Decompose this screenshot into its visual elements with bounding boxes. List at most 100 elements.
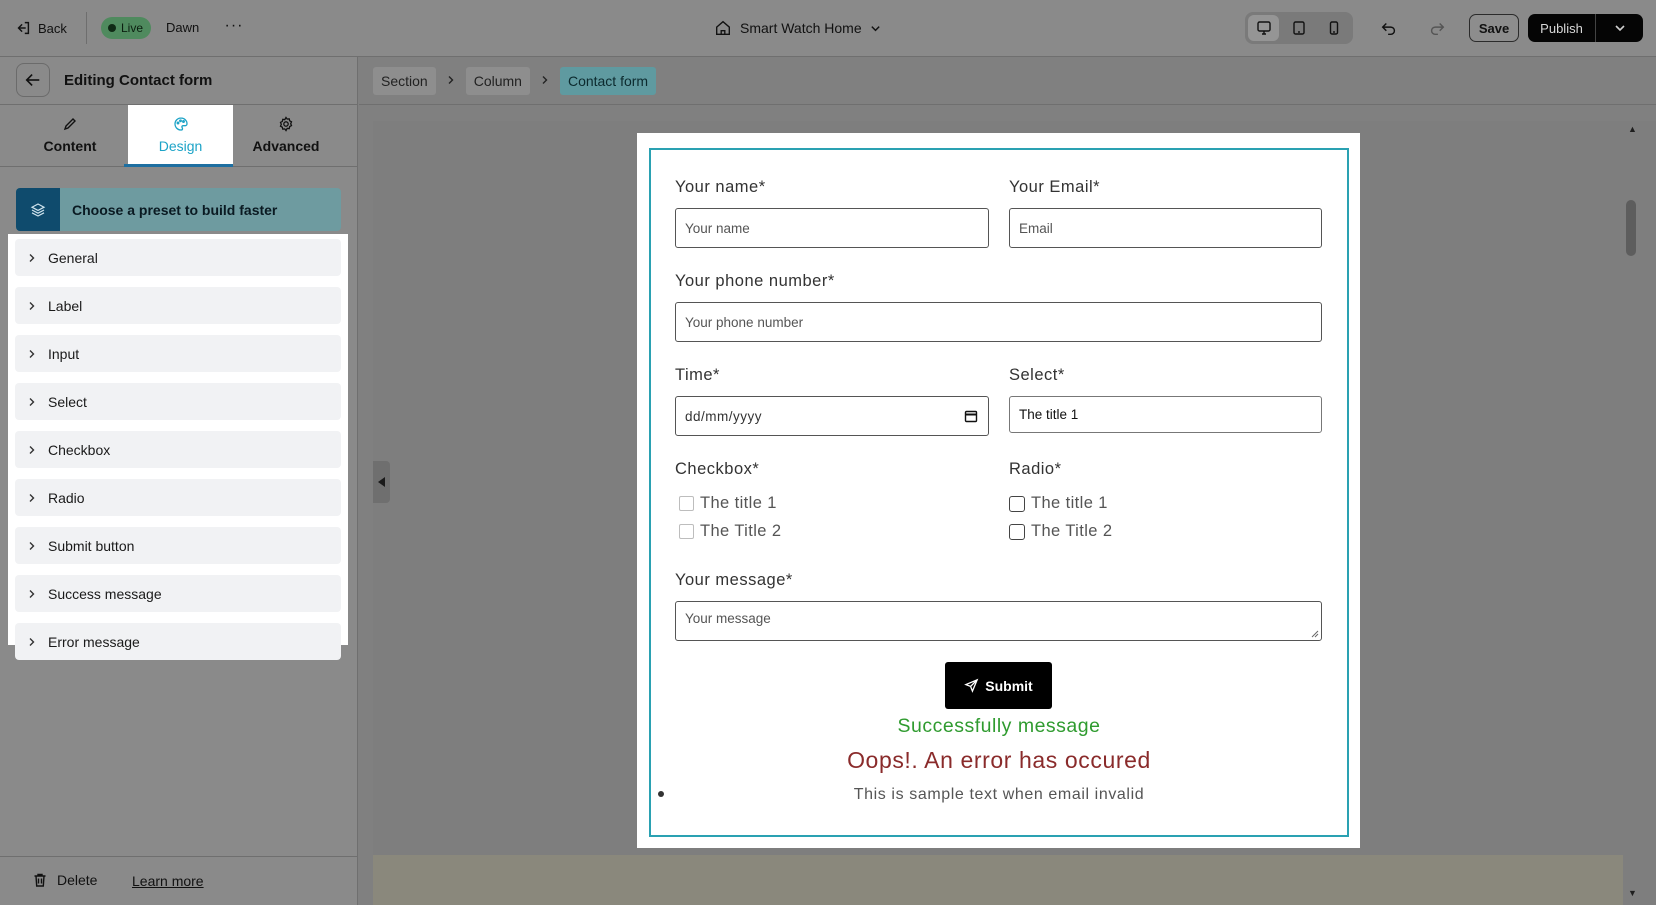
page-selector[interactable]: Smart Watch Home [714,16,881,40]
publish-button[interactable]: Publish [1528,14,1595,42]
gear-icon [279,115,293,132]
save-button[interactable]: Save [1469,14,1519,42]
section-radio[interactable]: Radio [15,479,341,516]
checkbox-option-2[interactable]: The Title 2 [679,522,781,541]
name-input[interactable]: Your name [675,208,989,248]
chevron-right-icon [29,589,35,598]
submit-button[interactable]: Submit [945,662,1052,709]
delete-label: Delete [57,872,98,888]
chevron-right-icon [29,493,35,502]
section-success-message[interactable]: Success message [15,575,341,612]
publish-button-group: Publish [1528,14,1643,42]
panel-back-button[interactable] [16,63,50,97]
section-select[interactable]: Select [15,383,341,420]
breadcrumb-contact-form[interactable]: Contact form [559,66,657,95]
section-input[interactable]: Input [15,335,341,372]
home-icon [716,20,730,35]
time-date-input[interactable]: dd/mm/yyyy [675,396,989,436]
radio-label: Radio* [1009,460,1062,478]
page-name: Smart Watch Home [740,20,862,36]
checkbox-option-label: The title 1 [700,494,777,512]
section-error-message[interactable]: Error message [15,623,341,660]
calendar-icon [964,410,978,423]
section-label: Success message [48,585,162,602]
section-general[interactable]: General [15,239,341,276]
arrow-left-icon [25,74,40,86]
publish-options-button[interactable] [1595,14,1643,42]
scroll-down-arrow-icon[interactable]: ▼ [1628,888,1637,898]
mobile-view-button[interactable] [1318,15,1349,41]
section-label: Input [48,345,80,362]
topbar-divider [86,12,87,44]
top-bar: Back Live Dawn ··· Smart Watch Home Save… [0,0,1656,57]
undo-icon [1381,22,1396,36]
chevron-right-icon [29,445,35,454]
device-switcher [1245,12,1353,44]
section-label[interactable]: Label [15,287,341,324]
section-submit-button[interactable]: Submit button [15,527,341,564]
checkbox[interactable] [679,496,694,511]
live-dot-icon [108,24,116,32]
learn-more-link[interactable]: Learn more [132,873,204,889]
chevron-right-icon [29,253,35,262]
breadcrumb: Section Column Contact form [359,57,1656,105]
live-label: Live [121,21,144,35]
tab-content[interactable]: Content [17,105,123,164]
panel-title: Editing Contact form [64,72,213,89]
collapse-panel-button[interactable] [373,461,390,503]
panel-tabs: Content Design Advanced [0,105,358,167]
back-button[interactable]: Back [14,16,67,40]
tablet-icon [1292,21,1305,35]
theme-name: Dawn [166,20,200,35]
radio[interactable] [1009,523,1025,540]
message-placeholder: Your message [685,611,771,626]
undo-button[interactable] [1377,16,1401,40]
checkbox[interactable] [679,524,694,539]
mobile-icon [1329,21,1338,35]
radio-option-label: The Title 2 [1031,522,1113,540]
section-label: Checkbox [48,441,111,458]
message-textarea[interactable]: Your message [675,601,1322,641]
radio-option-1[interactable]: The title 1 [1009,494,1108,513]
preset-button[interactable]: Choose a preset to build faster [16,188,341,231]
delete-button[interactable]: Delete [32,872,97,888]
tab-content-label: Content [43,137,97,154]
email-input[interactable]: Email [1009,208,1322,248]
pencil-icon [63,117,76,130]
panel-footer: Delete Learn more [0,856,358,905]
section-label: Submit button [48,537,135,554]
send-icon [964,678,979,693]
tab-advanced[interactable]: Advanced [233,105,339,164]
checkbox-label: Checkbox* [675,460,760,478]
checkbox-option-1[interactable]: The title 1 [679,494,777,513]
phone-label: Your phone number* [675,272,835,290]
chevron-right-icon [446,72,456,90]
panel-header: Editing Contact form [0,57,358,105]
phone-input[interactable]: Your phone number [675,302,1322,342]
date-placeholder: dd/mm/yyyy [685,408,763,424]
breadcrumb-column[interactable]: Column [465,66,530,95]
success-message: Successfully message [897,715,1101,737]
chevron-right-icon [29,637,35,646]
radio-option-2[interactable]: The Title 2 [1009,522,1112,541]
section-label: Radio [48,489,85,506]
title-select[interactable]: The title 1 [1009,396,1322,433]
desktop-view-button[interactable] [1248,15,1279,41]
more-options-button[interactable]: ··· [222,17,246,39]
name-label: Your name* [675,178,766,196]
section-checkbox[interactable]: Checkbox [15,431,341,468]
resize-grip-icon[interactable] [1311,630,1319,638]
section-label: Error message [48,633,140,650]
scroll-up-arrow-icon[interactable]: ▲ [1628,124,1637,134]
radio-option-label: The title 1 [1031,494,1108,512]
chevron-right-icon [29,541,35,550]
radio[interactable] [1009,495,1025,512]
active-tab-indicator [124,164,233,167]
palette-icon [173,116,188,131]
breadcrumb-section[interactable]: Section [373,66,436,95]
tab-design[interactable]: Design [124,105,233,167]
scrollbar-thumb[interactable] [1626,200,1636,256]
redo-button[interactable] [1425,16,1449,40]
settings-panel: Editing Contact form Content Design Adva… [0,57,358,905]
tablet-view-button[interactable] [1283,15,1314,41]
